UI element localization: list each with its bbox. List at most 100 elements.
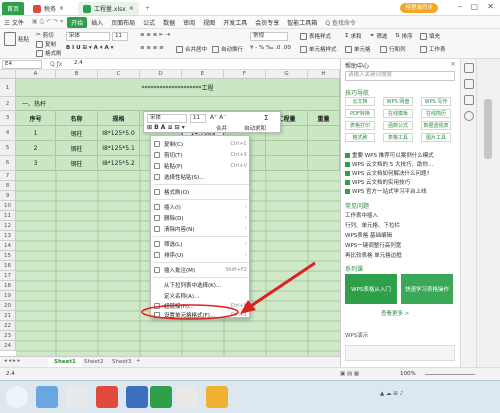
spreadsheet-app-icon[interactable] <box>150 386 172 408</box>
header-cell[interactable]: 规格 <box>98 111 140 126</box>
panel-icon[interactable] <box>464 63 474 73</box>
wps-icon[interactable] <box>96 386 118 408</box>
formula-input[interactable]: 2.4 <box>72 60 336 69</box>
close-icon[interactable]: × <box>129 5 134 12</box>
row-header[interactable]: 18 <box>0 281 16 291</box>
new-tab-button[interactable]: + <box>140 2 155 15</box>
maximize-icon[interactable]: ▢ <box>470 2 478 11</box>
news-item[interactable]: WPS 云文档的 5 大技巧，助你... <box>345 160 433 168</box>
menu-review[interactable]: 审阅 <box>179 18 199 27</box>
table-cell[interactable]: 钢柱 <box>56 156 98 171</box>
column-header[interactable]: F <box>224 70 266 79</box>
login-sync-button[interactable]: 待登录同步 <box>400 3 438 13</box>
align-buttons[interactable]: ≡ ≡ ≡ ≡ <box>140 45 164 51</box>
row-header[interactable]: 1 <box>0 79 16 97</box>
news-item[interactable]: WPS 云文档如何解决什么问题? <box>345 169 429 177</box>
row-header[interactable]: 22 <box>0 321 16 331</box>
nav-button[interactable]: 在线简历 <box>421 109 451 118</box>
column-header[interactable]: C <box>98 70 140 79</box>
number-format-buttons[interactable]: ¥ - % ‰ .0 .00 <box>250 45 291 51</box>
file-menu[interactable]: 三 文件 <box>0 18 28 27</box>
column-header[interactable]: A <box>16 70 56 79</box>
vertical-scrollbar[interactable] <box>476 59 500 367</box>
column-header[interactable]: D <box>140 70 182 79</box>
nav-button[interactable]: WPS 写作 <box>421 97 451 106</box>
close-icon[interactable]: × <box>59 5 64 12</box>
row-header[interactable]: 17 <box>0 271 16 281</box>
sheet-title-cell[interactable]: ********************工程 <box>16 79 340 97</box>
course-card[interactable]: 快速学习表格操作 <box>401 274 453 304</box>
header-cell[interactable]: 重量 <box>308 111 340 126</box>
table-cell[interactable]: 2 <box>16 141 56 156</box>
help-search-input[interactable]: 请输入关键词搜索 <box>345 71 455 81</box>
align-top-buttons[interactable]: ≡ ≡ ≡ ⇤ ⇥ <box>140 32 170 38</box>
sheet-tab[interactable]: Sheet2 <box>78 358 109 367</box>
font-style-buttons[interactable]: B I U ⊞ ▾ A ▾ A ▾ <box>66 45 113 51</box>
column-header[interactable]: H <box>308 70 340 79</box>
row-header[interactable]: 6 <box>0 156 16 171</box>
menu-delete[interactable]: 删除(D) › <box>151 213 251 223</box>
header-cell[interactable]: 序号 <box>16 111 56 126</box>
column-header[interactable]: B <box>56 70 98 79</box>
table-cell[interactable]: 钢柱 <box>56 126 98 141</box>
row-header[interactable]: 23 <box>0 331 16 341</box>
menu-copy[interactable]: 复制(C) Ctrl+C <box>151 139 251 149</box>
table-cell[interactable]: 钢柱 <box>56 141 98 156</box>
minimize-icon[interactable]: – <box>458 2 462 11</box>
news-item[interactable]: WPS 官方一站式学习平台上线 <box>345 187 427 195</box>
column-header[interactable]: E <box>182 70 224 79</box>
scrollbar-thumb[interactable] <box>484 99 492 159</box>
browser-icon[interactable] <box>36 386 58 408</box>
see-more-link[interactable]: 查看更多 > <box>381 309 409 317</box>
row-header[interactable]: 12 <box>0 221 16 231</box>
sum-button[interactable]: Σ 求和 <box>345 32 362 40</box>
menu-insert[interactable]: 插入 <box>87 18 107 27</box>
sigma-icon[interactable]: Σ <box>264 114 268 122</box>
nav-button[interactable]: 在线模板 <box>383 109 413 118</box>
faq-item[interactable]: 行列、单元格、下拉栏 <box>345 221 400 229</box>
tab-doc[interactable]: 税务 × <box>28 2 69 15</box>
sheet-tab-active[interactable]: Sheet1 <box>48 358 82 367</box>
header-cell[interactable]: 名称 <box>56 111 98 126</box>
single-cell-button[interactable]: 单元格 <box>345 45 371 53</box>
explorer-icon[interactable] <box>66 386 88 408</box>
sheet-tab[interactable]: Sheet3 <box>106 358 137 367</box>
sheet-nav-arrows[interactable]: ◂ ◂ ▸ ▸ <box>4 358 20 364</box>
cell-style-button[interactable]: 单元格样式 <box>300 45 337 53</box>
table-cell[interactable] <box>308 156 340 171</box>
news-item[interactable]: WPS 云文档的实用技巧 <box>345 178 410 186</box>
menu-page-layout[interactable]: 页面布局 <box>107 18 139 27</box>
row-header[interactable]: 9 <box>0 191 16 201</box>
tab-home[interactable]: 首页 <box>2 2 25 15</box>
row-header[interactable]: 15 <box>0 251 16 261</box>
row-header[interactable]: 24 <box>0 341 16 351</box>
row-header[interactable]: 2 <box>0 97 16 111</box>
menu-view[interactable]: 视图 <box>199 18 219 27</box>
add-sheet-icon[interactable]: + <box>136 358 141 364</box>
faq-item[interactable]: WPS一键调整行高列宽 <box>345 241 401 249</box>
table-cell[interactable]: I8*125*5.0 <box>98 126 140 141</box>
table-cell[interactable]: I8*125*5.1 <box>98 141 140 156</box>
nav-button[interactable]: PDF转换 <box>345 109 375 118</box>
menu-filter[interactable]: 筛选(L) › <box>151 239 251 249</box>
faq-item[interactable]: 工作表中插入 <box>345 211 378 219</box>
faq-item[interactable]: WPS表格 基础编辑 <box>345 231 392 239</box>
copy-button[interactable]: 复制 <box>36 40 56 48</box>
number-format-select[interactable]: 常规 <box>250 32 288 41</box>
row-header[interactable]: 14 <box>0 241 16 251</box>
table-cell[interactable]: 3 <box>16 156 56 171</box>
app-icon[interactable] <box>206 386 228 408</box>
table-cell[interactable]: I8*125*5.2 <box>98 156 140 171</box>
faq-item[interactable]: 再比较表格 单元格边框 <box>345 251 402 259</box>
merge-center-button[interactable]: 合并居中 <box>176 45 207 53</box>
quick-access-icons[interactable]: ▣ ⎙ ↶ ↷ ▾ <box>28 18 67 26</box>
start-button-icon[interactable] <box>6 386 28 408</box>
nav-button[interactable]: 图片工具 <box>421 133 451 142</box>
help-icon[interactable] <box>464 111 474 121</box>
menu-paste-special[interactable]: 选择性粘贴(S)... <box>151 172 251 182</box>
app-icon[interactable] <box>176 386 198 408</box>
wrap-text-button[interactable]: 自动换行 <box>212 45 243 53</box>
conditional-format-button[interactable]: 表格样式 <box>300 32 331 40</box>
menu-home[interactable]: 开始 <box>67 16 88 28</box>
panel-icon[interactable] <box>464 79 474 89</box>
